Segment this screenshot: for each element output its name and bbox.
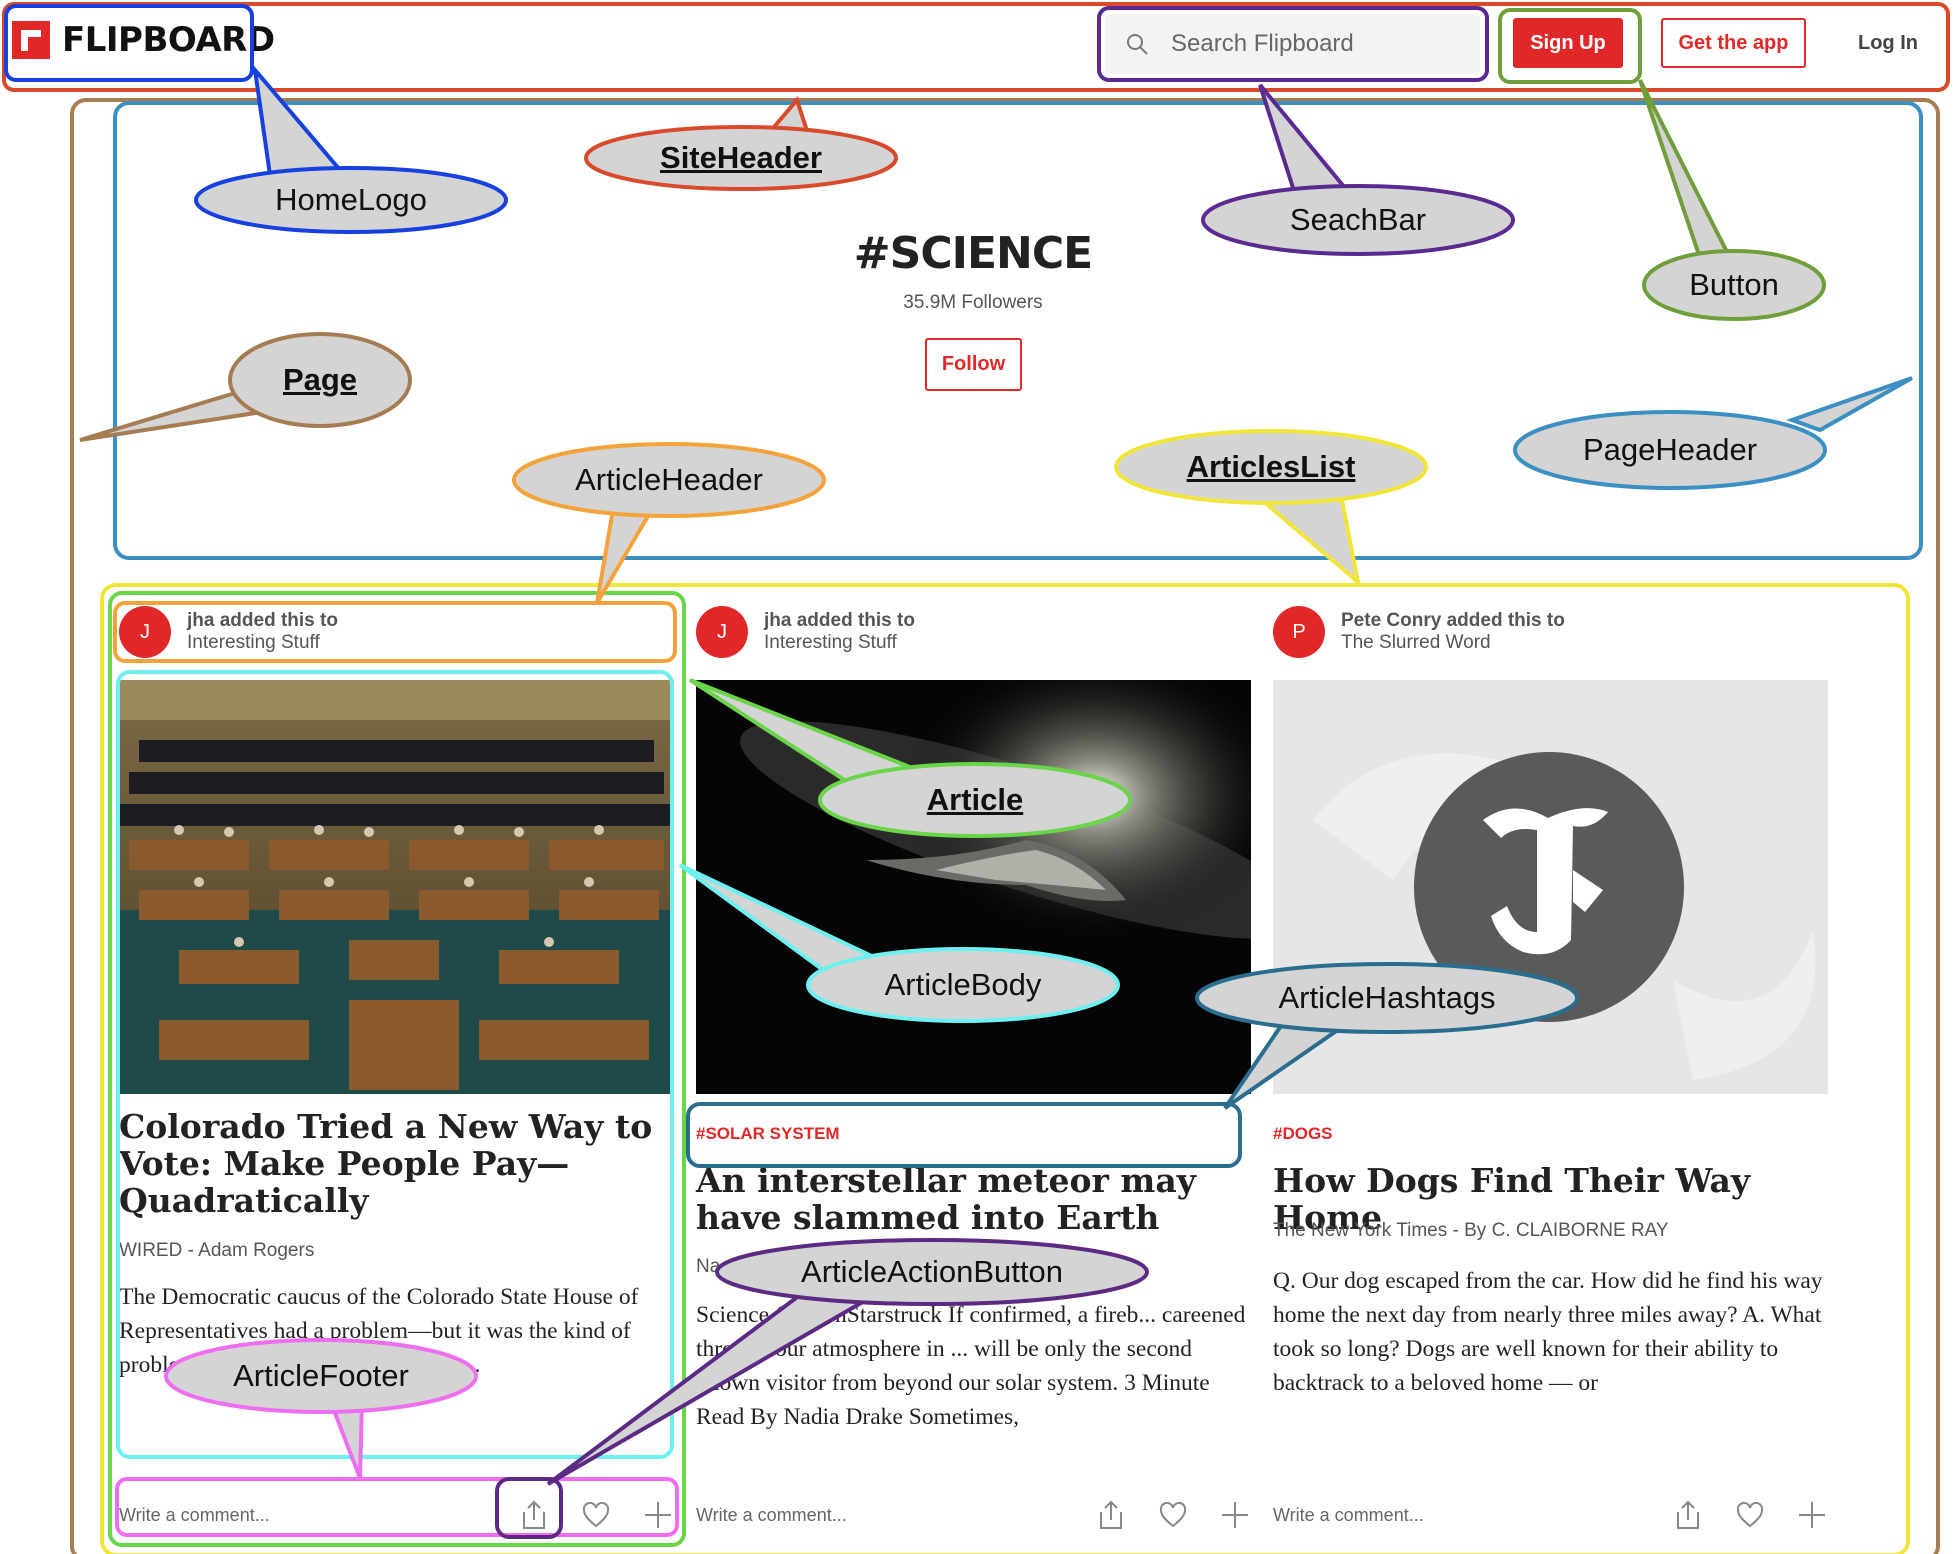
- home-logo[interactable]: FLIPBOARD: [12, 20, 275, 60]
- article-footer: Write a comment...: [119, 1490, 674, 1540]
- article-header: J jha added this to Interesting Stuff: [119, 604, 338, 660]
- legislature-photo: [119, 680, 674, 1094]
- article-byline[interactable]: The New York Times - By C. CLAIBORNE RAY: [1273, 1220, 1828, 1242]
- article-card: J jha added this to Interesting Stuff #S…: [696, 604, 1251, 1549]
- added-info: Pete Conry added this to The Slurred Wor…: [1341, 610, 1565, 654]
- article-headline[interactable]: An interstellar meteor may have slammed …: [696, 1162, 1251, 1236]
- add-plus-icon[interactable]: [642, 1499, 674, 1531]
- article-hashtag[interactable]: #DOGS: [1273, 1124, 1333, 1144]
- article-header-label: ArticleHeader: [575, 462, 763, 497]
- article-image[interactable]: [1273, 680, 1828, 1094]
- curator-name[interactable]: jha: [187, 610, 214, 631]
- sign-up-button[interactable]: Sign Up: [1513, 18, 1623, 68]
- page-callout: [79, 332, 412, 442]
- search-bar[interactable]: [1105, 14, 1480, 74]
- article-excerpt[interactable]: Q. Our dog escaped from the car. How did…: [1273, 1264, 1828, 1400]
- article-footer-label: ArticleFooter: [233, 1358, 409, 1393]
- nyt-logo-image: [1273, 680, 1828, 1094]
- like-heart-icon[interactable]: [1157, 1499, 1189, 1531]
- followers-count: 35.9M Followers: [903, 292, 1043, 313]
- magazine-name[interactable]: Interesting Stuff: [764, 632, 897, 653]
- avatar[interactable]: P: [1273, 606, 1325, 658]
- add-plus-icon[interactable]: [1796, 1499, 1828, 1531]
- follow-button[interactable]: Follow: [925, 338, 1022, 391]
- home-logo-label: HomeLogo: [275, 182, 427, 217]
- get-the-app-button[interactable]: Get the app: [1661, 18, 1806, 68]
- article-header: P Pete Conry added this to The Slurred W…: [1273, 604, 1565, 660]
- site-header-label: SiteHeader: [660, 140, 822, 175]
- log-in-button[interactable]: Log In: [1848, 18, 1928, 68]
- magazine-name[interactable]: Interesting Stuff: [187, 632, 320, 653]
- page-header-box: [113, 101, 1923, 560]
- flipboard-logo-icon: [12, 21, 50, 59]
- comment-field[interactable]: Write a comment...: [119, 1505, 488, 1526]
- meteor-photo: [696, 680, 1251, 1094]
- add-plus-icon[interactable]: [1219, 1499, 1251, 1531]
- comment-field[interactable]: Write a comment...: [696, 1505, 1065, 1526]
- search-icon: [1127, 34, 1148, 55]
- logo-text: FLIPBOARD: [62, 20, 275, 60]
- added-info: jha added this to Interesting Stuff: [764, 610, 915, 654]
- added-info: jha added this to Interesting Stuff: [187, 610, 338, 654]
- like-heart-icon[interactable]: [580, 1499, 612, 1531]
- article-hashtag[interactable]: #SOLAR SYSTEM: [696, 1124, 840, 1144]
- search-bar-label: SeachBar: [1289, 202, 1427, 237]
- magazine-name[interactable]: The Slurred Word: [1341, 632, 1491, 653]
- added-text: added this to: [219, 610, 338, 631]
- added-text: added this to: [1446, 610, 1565, 631]
- article-card: P Pete Conry added this to The Slurred W…: [1273, 604, 1828, 1549]
- share-icon[interactable]: [1095, 1499, 1127, 1531]
- article-hashtags-label: ArticleHashtags: [1278, 980, 1496, 1015]
- button-label: Button: [1689, 267, 1779, 302]
- curator-name[interactable]: Pete Conry: [1341, 610, 1441, 631]
- page-title: #SCIENCE: [853, 228, 1093, 279]
- article-excerpt[interactable]: Science & ...ionStarstruck If confirmed,…: [696, 1298, 1251, 1434]
- article-card: J jha added this to Interesting Stuff Co…: [119, 604, 674, 1549]
- site-header: FLIPBOARD Sign Up Get the app Log In: [0, 0, 1956, 90]
- articles-list-label: ArticlesList: [1186, 449, 1356, 484]
- like-heart-icon[interactable]: [1734, 1499, 1766, 1531]
- share-icon[interactable]: [1672, 1499, 1704, 1531]
- article-byline[interactable]: WIRED - Adam Rogers: [119, 1240, 674, 1262]
- avatar[interactable]: J: [119, 606, 171, 658]
- curator-name[interactable]: jha: [764, 610, 791, 631]
- article-image[interactable]: [119, 680, 674, 1094]
- article-action-button-label: ArticleActionButton: [801, 1254, 1063, 1289]
- article-headline[interactable]: Colorado Tried a New Way to Vote: Make P…: [119, 1108, 674, 1219]
- page-label: Page: [282, 362, 358, 397]
- search-input[interactable]: [1171, 30, 1461, 58]
- share-icon[interactable]: [518, 1499, 550, 1531]
- article-label: Article: [926, 782, 1024, 817]
- article-footer: Write a comment...: [1273, 1490, 1828, 1540]
- page-header-label: PageHeader: [1582, 432, 1758, 467]
- added-text: added this to: [796, 610, 915, 631]
- article-body-label: ArticleBody: [884, 967, 1042, 1002]
- article-image[interactable]: [696, 680, 1251, 1094]
- article-footer: Write a comment...: [696, 1490, 1251, 1540]
- avatar[interactable]: J: [696, 606, 748, 658]
- article-header: J jha added this to Interesting Stuff: [696, 604, 915, 660]
- comment-field[interactable]: Write a comment...: [1273, 1505, 1642, 1526]
